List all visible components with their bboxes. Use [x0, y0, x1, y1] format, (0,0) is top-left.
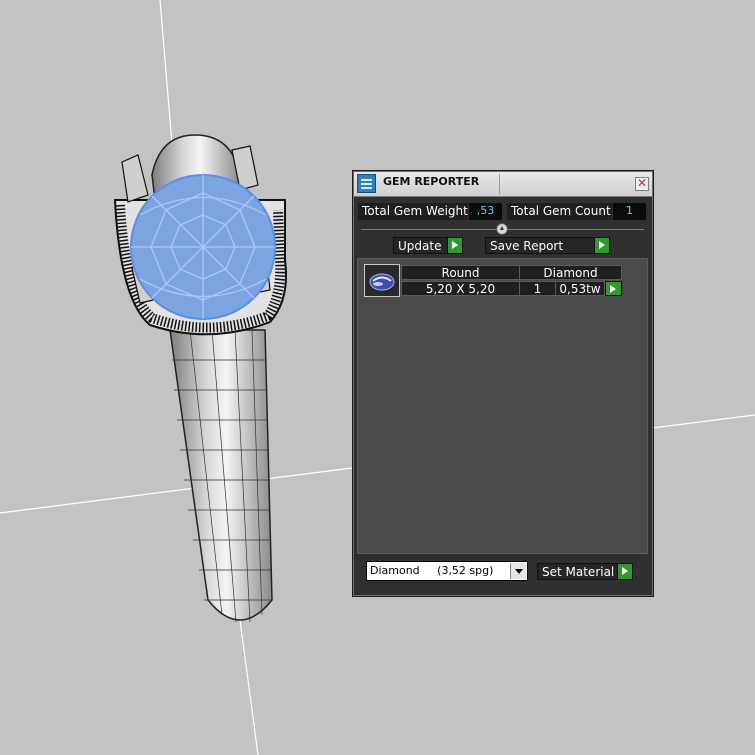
- total-gem-count-label: Total Gem Count: [507, 203, 612, 220]
- set-material-button[interactable]: Set Material: [537, 563, 633, 580]
- gem-material-cell: Diamond: [519, 265, 622, 280]
- save-report-button-label: Save Report: [490, 239, 564, 253]
- collapse-arrow-icon[interactable]: [496, 223, 508, 235]
- gem-reporter-icon: [357, 174, 376, 193]
- material-select-value: Diamond (3,52 spg): [370, 564, 494, 577]
- chevron-down-icon[interactable]: [510, 563, 526, 579]
- play-icon: [594, 238, 609, 253]
- material-select[interactable]: Diamond (3,52 spg): [366, 561, 528, 581]
- update-button-label: Update: [398, 239, 442, 253]
- gem-list: Round Diamond 5,20 X 5,20 1 0,53tw: [357, 258, 648, 554]
- play-icon: [447, 238, 462, 253]
- gem-weight-cell: 0,53tw: [555, 281, 605, 296]
- gem-wireframe: [130, 174, 276, 320]
- total-gem-weight-value: ,53: [469, 203, 502, 220]
- ring-shank: [169, 329, 273, 623]
- save-report-button[interactable]: Save Report: [485, 237, 610, 254]
- play-icon: [617, 564, 632, 579]
- gem-select-button[interactable]: [605, 281, 622, 296]
- title-separator: [499, 174, 500, 194]
- set-material-button-label: Set Material: [542, 565, 615, 579]
- close-icon[interactable]: ✕: [635, 177, 649, 191]
- total-gem-count-value: 1: [613, 203, 646, 220]
- total-gem-weight-label: Total Gem Weight: [358, 203, 468, 220]
- update-button[interactable]: Update: [393, 237, 463, 254]
- gem-shape-cell: Round: [401, 265, 520, 280]
- title-bar[interactable]: GEM REPORTER ✕: [354, 172, 652, 197]
- play-icon: [606, 282, 621, 295]
- gem-reporter-panel: GEM REPORTER ✕ Total Gem Weight ,53 Tota…: [352, 170, 654, 597]
- gem-size-cell: 5,20 X 5,20: [401, 281, 520, 296]
- window-title: GEM REPORTER: [383, 175, 480, 188]
- round-gem-icon: [364, 264, 400, 297]
- gem-count-cell: 1: [519, 281, 556, 296]
